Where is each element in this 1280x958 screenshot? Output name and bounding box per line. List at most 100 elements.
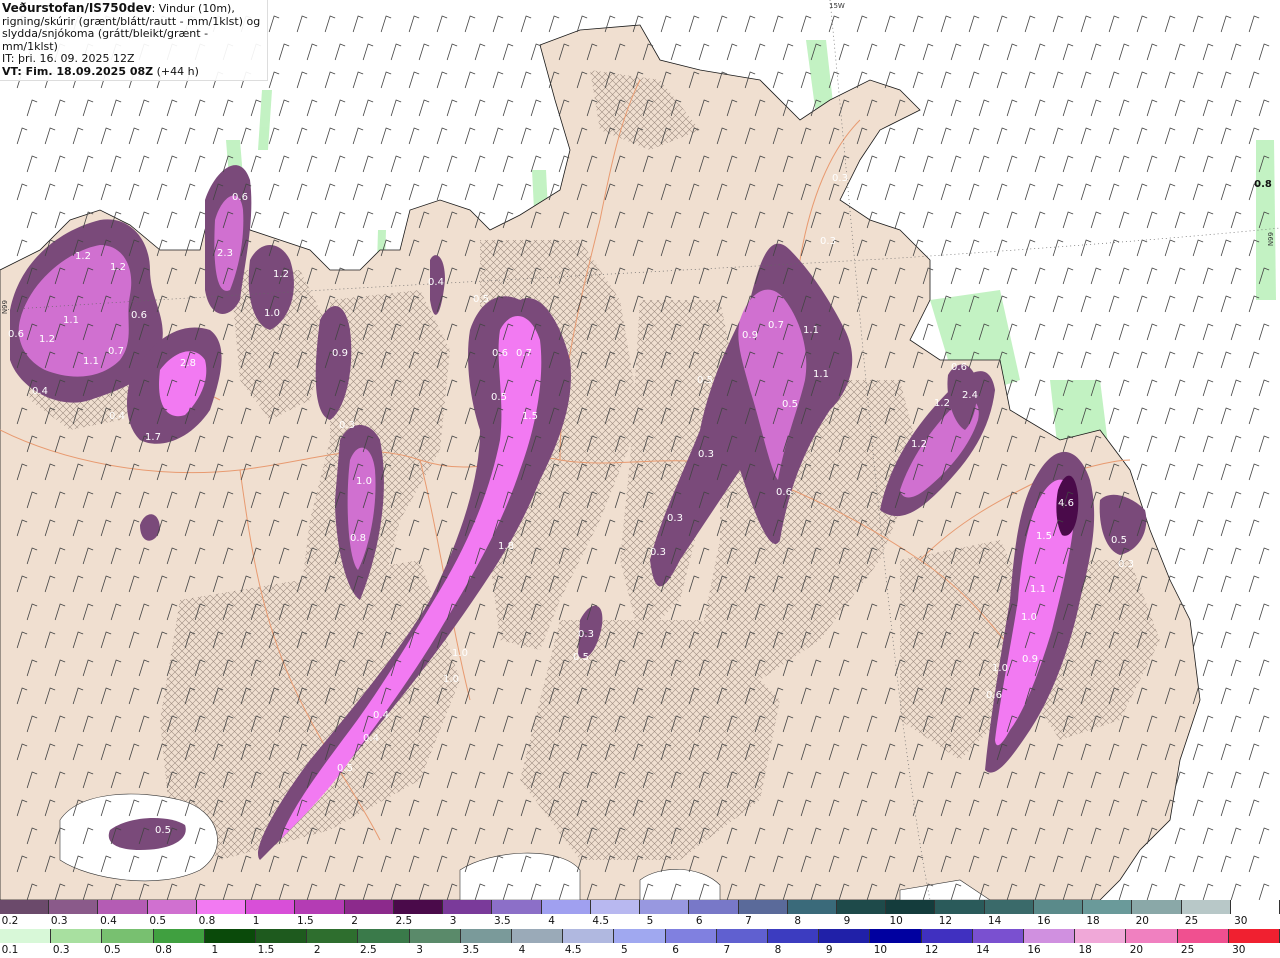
precip-value-label: 1.2 <box>273 269 289 280</box>
legend-swatch <box>1033 900 1084 914</box>
legend-label: 2 <box>313 944 321 956</box>
precip-value-label: 0.5 <box>1111 535 1127 546</box>
snow-legend: 0.2 0.3 0.4 0.5 0.8 1 1.5 2 2.5 3 3.5 4 4.5 5 6 7 8 9 10 12… <box>0 900 1280 929</box>
precip-value-label: 1.1 <box>813 369 829 380</box>
legend-swatch <box>984 900 1034 914</box>
precip-value-label: 0.9 <box>742 330 758 341</box>
precip-value-label: 0.3 <box>832 173 848 184</box>
legend-label: 0.3 <box>50 915 68 927</box>
legend-swatch <box>1132 900 1182 914</box>
legend-label: 6 <box>695 915 703 927</box>
legend-swatch <box>640 900 690 914</box>
legend-label: 9 <box>843 915 851 927</box>
legend-swatch <box>492 900 542 914</box>
legend-swatch <box>0 900 50 914</box>
precip-value-label: 0.3 <box>578 629 594 640</box>
legend-label: 0.8 <box>198 915 216 927</box>
legend-swatch <box>153 929 205 943</box>
legend-label: 1 <box>211 944 219 956</box>
precip-value-label: 1.0 <box>356 476 372 487</box>
precip-value-label: 0.5 <box>337 763 353 774</box>
legend-swatch <box>935 900 985 914</box>
legend-label: 3 <box>449 915 457 927</box>
precip-value-label: 1.0 <box>1021 612 1037 623</box>
legend-label: 7 <box>745 915 752 927</box>
legend-label: 14 <box>987 915 1002 927</box>
legend-label: 6 <box>672 944 679 956</box>
map-subtitle-line3: slydda/snjókoma (grátt/bleikt/grænt - mm… <box>2 27 209 53</box>
precip-value-label: 0.3 <box>650 547 666 558</box>
legend-label: 4.5 <box>592 915 610 927</box>
legend-label: 30 <box>1232 944 1246 956</box>
precip-value-label: 2.3 <box>217 248 233 259</box>
legend-swatch <box>738 900 788 914</box>
legend-swatch <box>344 900 394 914</box>
precip-value-label: 0.3 <box>667 513 683 524</box>
precip-value-label: 1.2 <box>934 398 950 409</box>
precip-value-label: 0.4 <box>363 733 379 744</box>
legend-swatch <box>256 929 308 943</box>
legend-swatch <box>246 900 296 914</box>
legend-label: 7 <box>723 944 731 956</box>
legend-label: 12 <box>938 915 953 927</box>
legend-swatch <box>972 929 1025 943</box>
legend-swatch <box>393 900 444 914</box>
precip-value-label: 0.9 <box>1022 654 1038 665</box>
legend-label: 0.2 <box>1 915 19 927</box>
legend-swatch <box>512 929 564 943</box>
legend-swatch <box>590 900 641 914</box>
legend-swatch <box>870 929 922 943</box>
legend-label: 18 <box>1086 915 1100 927</box>
precip-value-label: 0.6 <box>131 310 147 321</box>
legend-label: 16 <box>1027 944 1041 956</box>
precip-value-label: 0.3 <box>1118 559 1134 570</box>
precip-value-label: 0.3 <box>339 420 355 431</box>
legend-swatch <box>1126 929 1178 943</box>
precip-value-label: 0.6 <box>8 329 24 340</box>
legend-swatch <box>563 929 615 943</box>
legend-label: 8 <box>794 915 802 927</box>
precip-value-label: 1.2 <box>39 334 55 345</box>
legend-label: 14 <box>976 944 990 956</box>
legend-label: 9 <box>825 944 833 956</box>
precip-value-label: 0.6 <box>776 487 792 498</box>
legend-label: 12 <box>924 944 939 956</box>
legend-swatch <box>1024 929 1076 943</box>
precip-value-label: 0.6 <box>492 348 508 359</box>
legend-swatch <box>921 929 973 943</box>
legend-swatch <box>787 900 837 914</box>
legend-label: 0.8 <box>155 944 172 956</box>
legend-label: 25 <box>1180 944 1195 956</box>
legend-label: 2.5 <box>360 944 377 956</box>
precip-value-label: 0.7 <box>108 346 124 357</box>
precip-value-label: 0.8 <box>1254 179 1272 190</box>
precip-value-label: 1.2 <box>75 251 91 262</box>
precip-value-label: 1.1 <box>83 356 99 367</box>
valid-time: VT: Fim. 18.09.2025 08Z (+44 h) <box>2 64 199 78</box>
legend-swatch <box>51 929 103 943</box>
legend-swatch <box>716 929 769 943</box>
precip-value-label: 0.7 <box>516 348 532 359</box>
legend-swatch <box>295 900 345 914</box>
precip-value-label: 0.7 <box>768 320 784 331</box>
legend-label: 4 <box>518 944 526 956</box>
legend-label: 2 <box>351 915 358 927</box>
precip-value-label: 0.3 <box>820 236 836 247</box>
precip-value-label: 0.6 <box>986 690 1002 701</box>
precip-value-label: 1.5 <box>522 411 538 422</box>
legend-label: 3 <box>416 944 423 956</box>
legend-swatch <box>1230 900 1280 914</box>
precip-value-label: 1.5 <box>1036 531 1052 542</box>
legend-swatch <box>409 929 461 943</box>
precip-value-label: 0.4 <box>32 386 48 397</box>
legend-swatch <box>147 900 197 914</box>
precip-value-label: 0.5 <box>491 392 507 403</box>
legend-label: 0.4 <box>100 915 117 927</box>
legend-label: 0.5 <box>104 944 121 956</box>
map-header: Veðurstofan/IS750dev: Vindur (10m), rign… <box>0 0 268 81</box>
map-title: Veðurstofan/IS750dev: Vindur (10m), <box>2 1 235 15</box>
legend-label: 16 <box>1037 915 1051 927</box>
lat-label-left: 66N <box>0 300 8 314</box>
precip-value-label: 4.6 <box>1058 498 1074 509</box>
precip-value-label: 0.6 <box>232 192 248 203</box>
